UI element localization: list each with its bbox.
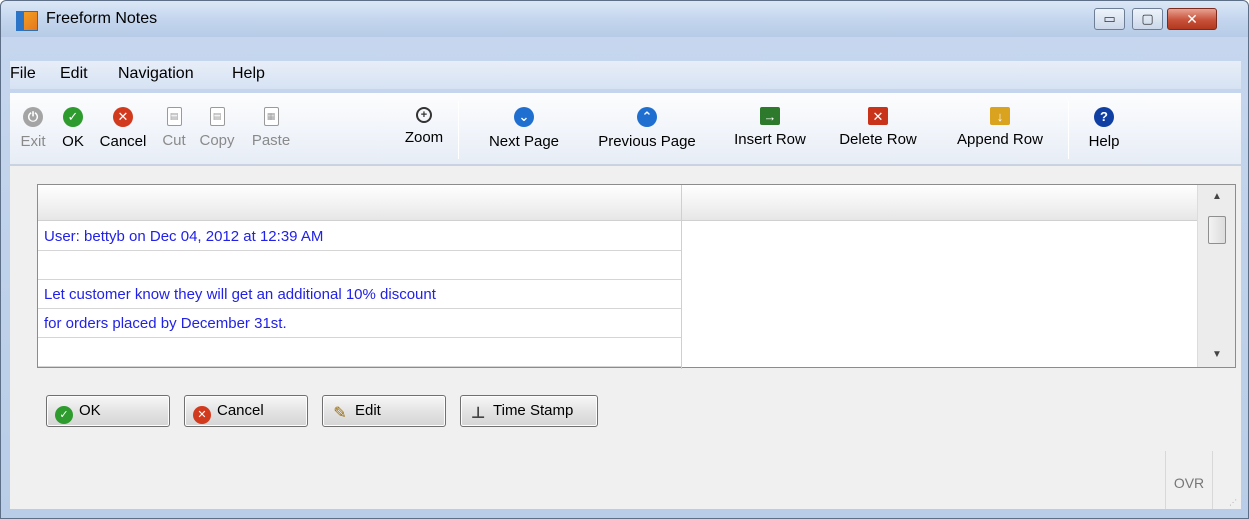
notes-grid[interactable]: User: bettyb on Dec 04, 2012 at 12:39 AM… xyxy=(37,184,1236,369)
previous-page-label: Previous Page xyxy=(598,133,696,150)
overwrite-mode-indicator: OVR xyxy=(1165,451,1213,509)
paste-label: Paste xyxy=(251,132,291,149)
cancel-toolbar-button[interactable]: ✕ Cancel xyxy=(96,101,150,159)
chevron-down-icon: ⌄ xyxy=(514,107,534,127)
grid-header xyxy=(38,185,1198,221)
time-stamp-button[interactable]: ⊥ Time Stamp xyxy=(460,395,598,427)
cancel-button[interactable]: ✕ Cancel xyxy=(184,395,308,427)
stamp-icon: ⊥ xyxy=(470,405,486,422)
scroll-thumb[interactable] xyxy=(1208,216,1226,244)
note-row[interactable]: Let customer know they will get an addit… xyxy=(38,280,681,309)
append-row-label: Append Row xyxy=(957,131,1043,148)
next-page-label: Next Page xyxy=(488,133,560,150)
cancel-label: Cancel xyxy=(99,133,147,150)
cancel-x-icon: ✕ xyxy=(113,107,133,127)
close-button[interactable]: ✕ xyxy=(1167,8,1217,30)
cut-label: Cut xyxy=(162,132,186,149)
delete-row-icon: ✕ xyxy=(868,107,888,125)
ok-button-label: OK xyxy=(79,402,101,419)
toolbar: ⏻ Exit ✓ OK ✕ Cancel ▤ Cut ▤ Copy ▦ Past… xyxy=(10,93,1241,165)
copy-label: Copy xyxy=(199,132,235,149)
zoom-icon: + xyxy=(416,107,432,123)
delete-row-label: Delete Row xyxy=(839,131,917,148)
copy-button[interactable]: ▤ Copy xyxy=(196,101,238,159)
maximize-button[interactable]: ▢ xyxy=(1132,8,1163,30)
exit-label: Exit xyxy=(20,133,46,150)
paste-button[interactable]: ▦ Paste xyxy=(248,101,294,159)
resize-grip-icon[interactable]: ⋰ xyxy=(1229,498,1237,507)
vertical-scrollbar[interactable]: ▲ ▼ xyxy=(1197,185,1235,367)
check-icon: ✓ xyxy=(63,107,83,127)
insert-row-icon: → xyxy=(760,107,780,125)
exit-button[interactable]: ⏻ Exit xyxy=(16,101,50,159)
zoom-label: Zoom xyxy=(404,129,444,146)
ok-label: OK xyxy=(62,133,84,150)
scroll-down-arrow[interactable]: ▼ xyxy=(1198,349,1236,360)
append-row-button[interactable]: ↓ Append Row xyxy=(950,101,1050,159)
copy-icon: ▤ xyxy=(209,107,225,126)
note-row[interactable]: User: bettyb on Dec 04, 2012 at 12:39 AM xyxy=(38,222,681,251)
help-button[interactable]: ? Help xyxy=(1084,101,1124,159)
menu-edit[interactable]: Edit xyxy=(60,65,88,83)
title-bar[interactable]: Freeform Notes ▭ ▢ ✕ xyxy=(1,1,1248,37)
insert-row-button[interactable]: → Insert Row xyxy=(724,101,816,159)
edit-button-label: Edit xyxy=(355,402,381,419)
scroll-up-arrow[interactable]: ▲ xyxy=(1198,191,1236,202)
note-row[interactable] xyxy=(38,251,681,280)
window-title: Freeform Notes xyxy=(46,10,158,27)
chevron-up-icon: ⌃ xyxy=(637,107,657,127)
cancel-button-label: Cancel xyxy=(217,402,264,419)
freeform-notes-window: Freeform Notes ▭ ▢ ✕ File Edit Navigatio… xyxy=(0,0,1249,519)
pencil-icon: ✎ xyxy=(333,405,347,422)
cancel-x-icon: ✕ xyxy=(193,406,211,424)
note-row[interactable] xyxy=(38,338,681,367)
zoom-button[interactable]: + Zoom xyxy=(402,101,446,159)
minimize-button[interactable]: ▭ xyxy=(1094,8,1125,30)
toolbar-separator xyxy=(1068,101,1069,159)
menu-help[interactable]: Help xyxy=(232,65,265,83)
help-icon: ? xyxy=(1094,107,1114,127)
delete-row-button[interactable]: ✕ Delete Row xyxy=(836,101,920,159)
cut-button[interactable]: ▤ Cut xyxy=(156,101,192,159)
column-divider xyxy=(681,185,682,369)
status-bar: OVR ⋰ xyxy=(1165,451,1241,509)
menu-navigation[interactable]: Navigation xyxy=(118,65,194,83)
time-stamp-button-label: Time Stamp xyxy=(493,402,574,419)
paste-icon: ▦ xyxy=(263,107,279,126)
power-icon: ⏻ xyxy=(23,107,43,127)
ok-button[interactable]: ✓ OK xyxy=(46,395,170,427)
ok-toolbar-button[interactable]: ✓ OK xyxy=(56,101,90,159)
toolbar-separator xyxy=(458,101,459,159)
cut-icon: ▤ xyxy=(166,107,182,126)
menu-file[interactable]: File xyxy=(10,65,36,83)
app-icon xyxy=(16,11,38,31)
help-label: Help xyxy=(1088,133,1120,150)
edit-button[interactable]: ✎ Edit xyxy=(322,395,446,427)
note-row[interactable]: for orders placed by December 31st. xyxy=(38,309,681,338)
check-icon: ✓ xyxy=(55,406,73,424)
menu-bar: File Edit Navigation Help xyxy=(10,61,1241,89)
append-row-icon: ↓ xyxy=(990,107,1010,125)
content-area: User: bettyb on Dec 04, 2012 at 12:39 AM… xyxy=(10,166,1241,509)
next-page-button[interactable]: ⌄ Next Page xyxy=(480,101,568,159)
previous-page-button[interactable]: ⌃ Previous Page xyxy=(588,101,706,159)
insert-row-label: Insert Row xyxy=(734,131,806,148)
